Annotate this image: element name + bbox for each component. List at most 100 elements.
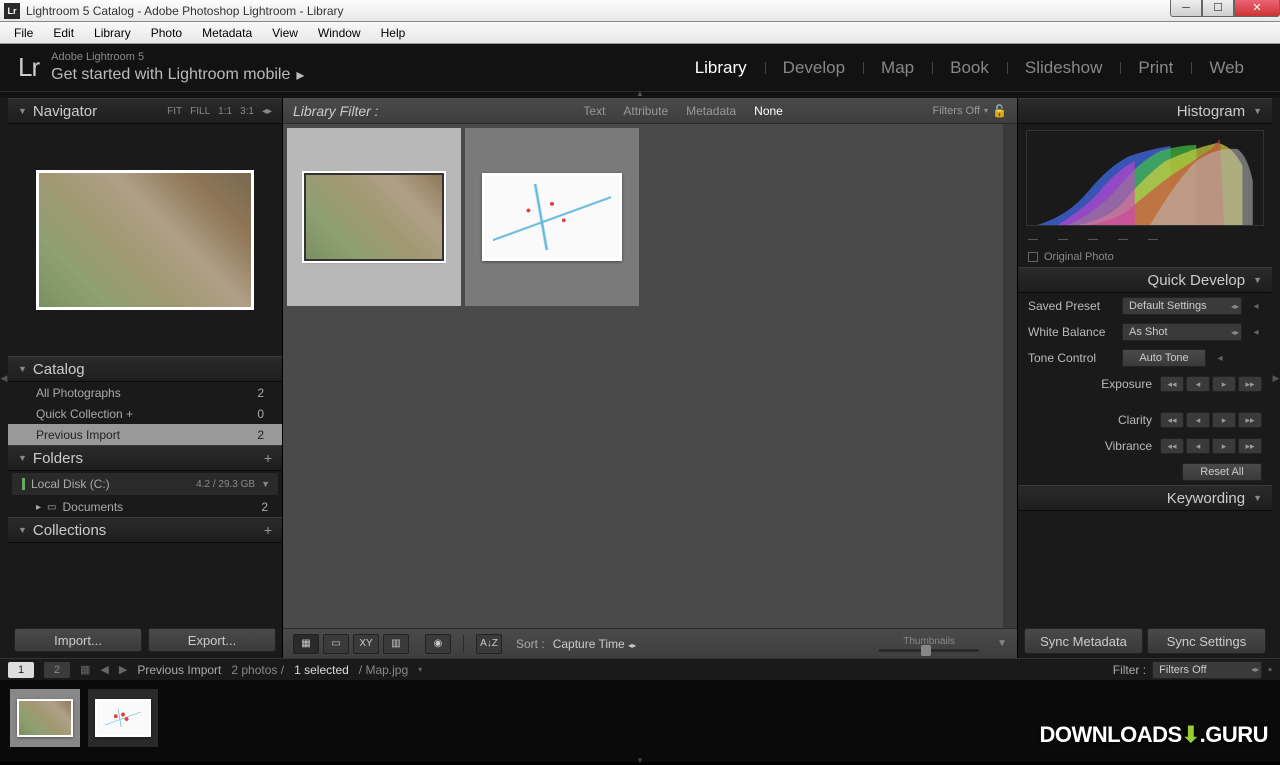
folder-documents[interactable]: ▸ ▭ Documents 2 <box>8 497 282 517</box>
zoom-fit[interactable]: FIT <box>167 106 182 117</box>
menu-window[interactable]: Window <box>308 23 371 43</box>
collections-header[interactable]: ▼ Collections + <box>8 517 282 543</box>
survey-view-button[interactable]: ▥ <box>383 634 409 654</box>
mobile-cta[interactable]: Get started with Lightroom mobile▸ <box>51 65 304 85</box>
histogram-title: Histogram <box>1177 103 1245 120</box>
filter-metadata[interactable]: Metadata <box>686 104 736 118</box>
grid-scrollbar[interactable] <box>1003 124 1017 628</box>
filter-switch-icon[interactable]: ▪ <box>1268 664 1272 676</box>
menu-metadata[interactable]: Metadata <box>192 23 262 43</box>
module-book[interactable]: Book <box>932 58 1007 78</box>
zoom-dropdown-icon[interactable]: ◂▸ <box>262 106 272 117</box>
folders-header[interactable]: ▼ Folders + <box>8 445 282 471</box>
step-large-down[interactable]: ◂◂ <box>1160 376 1184 392</box>
auto-tone-button[interactable]: Auto Tone <box>1122 349 1206 367</box>
filmstrip-thumb-1[interactable] <box>10 689 80 747</box>
menu-help[interactable]: Help <box>371 23 416 43</box>
filter-text[interactable]: Text <box>583 104 605 118</box>
menu-photo[interactable]: Photo <box>141 23 192 43</box>
grid-view-button[interactable]: ▦ <box>293 634 319 654</box>
sync-settings-button[interactable]: Sync Settings <box>1147 628 1266 654</box>
quickdevelop-header[interactable]: Quick Develop ▼ <box>1018 267 1272 293</box>
volume-local-disk[interactable]: Local Disk (C:) 4.2 / 29.3 GB ▼ <box>12 473 278 495</box>
chevron-down-icon[interactable]: ▾ <box>418 665 422 674</box>
app-icon: Lr <box>4 3 20 19</box>
zoom-fill[interactable]: FILL <box>190 106 210 117</box>
export-button[interactable]: Export... <box>148 628 276 652</box>
sync-metadata-button[interactable]: Sync Metadata <box>1024 628 1143 654</box>
catalog-previous-import[interactable]: Previous Import2 <box>8 424 282 445</box>
filter-attribute[interactable]: Attribute <box>623 104 668 118</box>
saved-preset-dropdown[interactable]: Default Settings◂▸ <box>1122 297 1242 315</box>
module-develop[interactable]: Develop <box>765 58 863 78</box>
filter-none[interactable]: None <box>754 104 783 118</box>
step-large-down[interactable]: ◂◂ <box>1160 438 1184 454</box>
lock-icon[interactable]: 🔓 <box>992 104 1007 118</box>
step-down[interactable]: ◂ <box>1186 438 1210 454</box>
window-minimize-button[interactable]: ─ <box>1170 0 1202 17</box>
import-button[interactable]: Import... <box>14 628 142 652</box>
collapse-icon[interactable]: ◂ <box>1250 327 1262 338</box>
keywording-header[interactable]: Keywording ▼ <box>1018 485 1272 511</box>
reset-all-button[interactable]: Reset All <box>1182 463 1262 481</box>
module-library[interactable]: Library <box>677 58 765 78</box>
step-up[interactable]: ▸ <box>1212 438 1236 454</box>
catalog-header[interactable]: ▼ Catalog <box>8 356 282 382</box>
collapse-icon[interactable]: ◂ <box>1214 353 1226 364</box>
module-print[interactable]: Print <box>1120 58 1191 78</box>
menu-edit[interactable]: Edit <box>43 23 84 43</box>
histogram-header[interactable]: Histogram ▼ <box>1018 98 1272 124</box>
thumbnail-size-slider[interactable]: Thumbnails <box>879 636 979 652</box>
nav-back-icon[interactable]: ◀ <box>100 663 108 676</box>
grid-view[interactable] <box>283 124 1003 628</box>
menu-library[interactable]: Library <box>84 23 141 43</box>
zoom-3to1[interactable]: 3:1 <box>240 106 254 117</box>
nav-forward-icon[interactable]: ▶ <box>119 663 127 676</box>
left-panel-toggle[interactable]: ◀ <box>0 98 8 658</box>
step-up[interactable]: ▸ <box>1212 412 1236 428</box>
bottom-panel-toggle[interactable]: ▼ <box>0 756 1280 762</box>
step-down[interactable]: ◂ <box>1186 412 1210 428</box>
step-large-up[interactable]: ▸▸ <box>1238 412 1262 428</box>
menu-file[interactable]: File <box>4 23 43 43</box>
filmstrip-thumb-2[interactable] <box>88 689 158 747</box>
sort-direction-button[interactable]: A↓Z <box>476 634 502 654</box>
grid-icon[interactable]: ▦ <box>80 663 90 676</box>
main-window-button[interactable]: 1 <box>8 662 34 678</box>
breadcrumb-source[interactable]: Previous Import <box>137 663 221 677</box>
step-large-up[interactable]: ▸▸ <box>1238 438 1262 454</box>
grid-cell-2[interactable] <box>465 128 639 306</box>
step-large-down[interactable]: ◂◂ <box>1160 412 1184 428</box>
second-window-button[interactable]: 2 <box>44 662 70 678</box>
window-maximize-button[interactable]: ☐ <box>1202 0 1234 17</box>
step-up[interactable]: ▸ <box>1212 376 1236 392</box>
histogram-display[interactable] <box>1026 130 1264 226</box>
module-web[interactable]: Web <box>1191 58 1262 78</box>
module-map[interactable]: Map <box>863 58 932 78</box>
navigator-preview[interactable] <box>8 124 282 356</box>
white-balance-dropdown[interactable]: As Shot◂▸ <box>1122 323 1242 341</box>
thumbnail-image <box>304 173 444 261</box>
sort-dropdown[interactable]: Capture Time ◂▸ <box>553 637 636 651</box>
filters-off-dropdown[interactable]: Filters Off <box>933 105 980 117</box>
filmstrip-filter-dropdown[interactable]: Filters Off◂▸ <box>1152 661 1262 679</box>
original-photo-checkbox[interactable]: Original Photo <box>1018 247 1272 267</box>
step-down[interactable]: ◂ <box>1186 376 1210 392</box>
collapse-icon[interactable]: ◂ <box>1250 301 1262 312</box>
module-slideshow[interactable]: Slideshow <box>1007 58 1121 78</box>
right-panel-toggle[interactable]: ▶ <box>1272 98 1280 658</box>
compare-view-button[interactable]: XY <box>353 634 379 654</box>
navigator-header[interactable]: ▼ Navigator FIT FILL 1:1 3:1 ◂▸ <box>8 98 282 124</box>
window-close-button[interactable]: ✕ <box>1234 0 1280 17</box>
add-folder-button[interactable]: + <box>264 450 272 466</box>
add-collection-button[interactable]: + <box>264 522 272 538</box>
painter-tool-button[interactable]: ◉ <box>425 634 451 654</box>
zoom-1to1[interactable]: 1:1 <box>218 106 232 117</box>
catalog-quick-collection[interactable]: Quick Collection +0 <box>8 403 282 424</box>
catalog-all-photographs[interactable]: All Photographs2 <box>8 382 282 403</box>
menu-view[interactable]: View <box>262 23 308 43</box>
toolbar-menu-icon[interactable]: ▼ <box>997 638 1007 649</box>
grid-cell-1[interactable] <box>287 128 461 306</box>
step-large-up[interactable]: ▸▸ <box>1238 376 1262 392</box>
loupe-view-button[interactable]: ▭ <box>323 634 349 654</box>
